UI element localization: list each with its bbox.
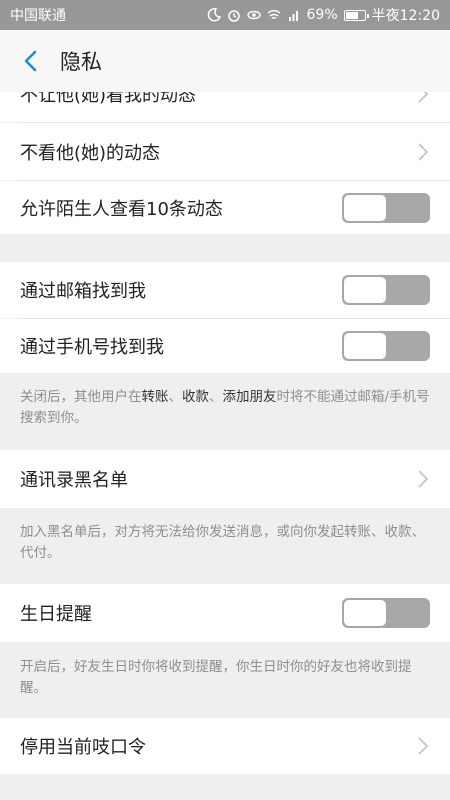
note-keyword: 添加朋友	[222, 389, 277, 405]
row-label: 不看他(她)的动态	[20, 142, 161, 164]
row-label: 停用当前吱口令	[20, 737, 146, 758]
nav-header: 隐私	[0, 30, 450, 92]
find-note: 关闭后，其他用户在转账、收款、添加朋友时将不能通过邮箱/手机号搜索到你。	[0, 375, 450, 441]
row-hide-my-moments[interactable]: 不让他(她)看我的动态	[0, 92, 450, 122]
battery-percent: 69%	[306, 7, 338, 23]
row-find-by-phone[interactable]: 通过手机号找到我	[0, 319, 450, 373]
note-separator: 、	[168, 389, 183, 405]
toggle-knob	[344, 600, 386, 626]
row-hide-their-moments[interactable]: 不看他(她)的动态	[0, 123, 450, 180]
row-label: 不让他(她)看我的动态	[20, 92, 197, 106]
chevron-right-icon	[418, 737, 429, 755]
row-label: 通讯录黑名单	[20, 470, 128, 491]
note-separator: 、	[209, 389, 223, 405]
row-blacklist[interactable]: 通讯录黑名单	[0, 450, 450, 508]
row-disable-password[interactable]: 停用当前吱口令	[0, 718, 450, 774]
moon-icon	[207, 8, 221, 22]
find-by-phone-toggle[interactable]	[342, 331, 430, 361]
row-birthday[interactable]: 生日提醒	[0, 584, 450, 642]
toggle-knob	[344, 277, 386, 303]
alarm-icon	[227, 10, 240, 22]
chevron-right-icon	[418, 142, 429, 161]
birthday-toggle[interactable]	[342, 598, 430, 628]
row-label: 通过邮箱找到我	[20, 281, 146, 302]
eye-icon	[246, 10, 261, 20]
row-allow-strangers[interactable]: 允许陌生人查看10条动态	[0, 181, 450, 234]
note-text: 关闭后，其他用户在	[20, 389, 142, 405]
note-keyword: 收款	[182, 389, 209, 405]
row-label: 允许陌生人查看10条动态	[20, 198, 223, 220]
blacklist-note: 加入黑名单后，对方将无法给你发送消息，或向你发起转账、收款、代付。	[20, 524, 425, 561]
signal-icon	[288, 11, 298, 21]
chevron-left-icon	[24, 50, 37, 72]
toggle-knob	[344, 333, 386, 359]
status-bar: 中国联通 69% 半夜12:20	[0, 0, 450, 30]
battery-icon	[343, 9, 369, 21]
page-title: 隐私	[60, 50, 102, 74]
find-by-email-toggle[interactable]	[342, 275, 430, 305]
settings-list[interactable]: 不让他(她)看我的动态 不看他(她)的动态 允许陌生人查看10条动态 通过邮箱找…	[0, 92, 450, 800]
birthday-note: 开启后，好友生日时你将收到提醒，你生日时你的好友也将收到提醒。	[20, 659, 412, 696]
carrier-name: 中国联通	[10, 8, 66, 24]
chevron-right-icon	[418, 92, 429, 103]
row-label: 生日提醒	[20, 604, 92, 625]
note-keyword: 转账	[141, 389, 169, 405]
allow-strangers-toggle[interactable]	[342, 192, 430, 223]
chevron-right-icon	[418, 470, 429, 488]
wifi-icon	[267, 10, 280, 20]
row-label: 通过手机号找到我	[20, 337, 164, 358]
clock: 半夜12:20	[371, 8, 440, 24]
toggle-knob	[344, 194, 386, 221]
row-find-by-email[interactable]: 通过邮箱找到我	[0, 262, 450, 318]
back-button[interactable]	[0, 30, 60, 92]
